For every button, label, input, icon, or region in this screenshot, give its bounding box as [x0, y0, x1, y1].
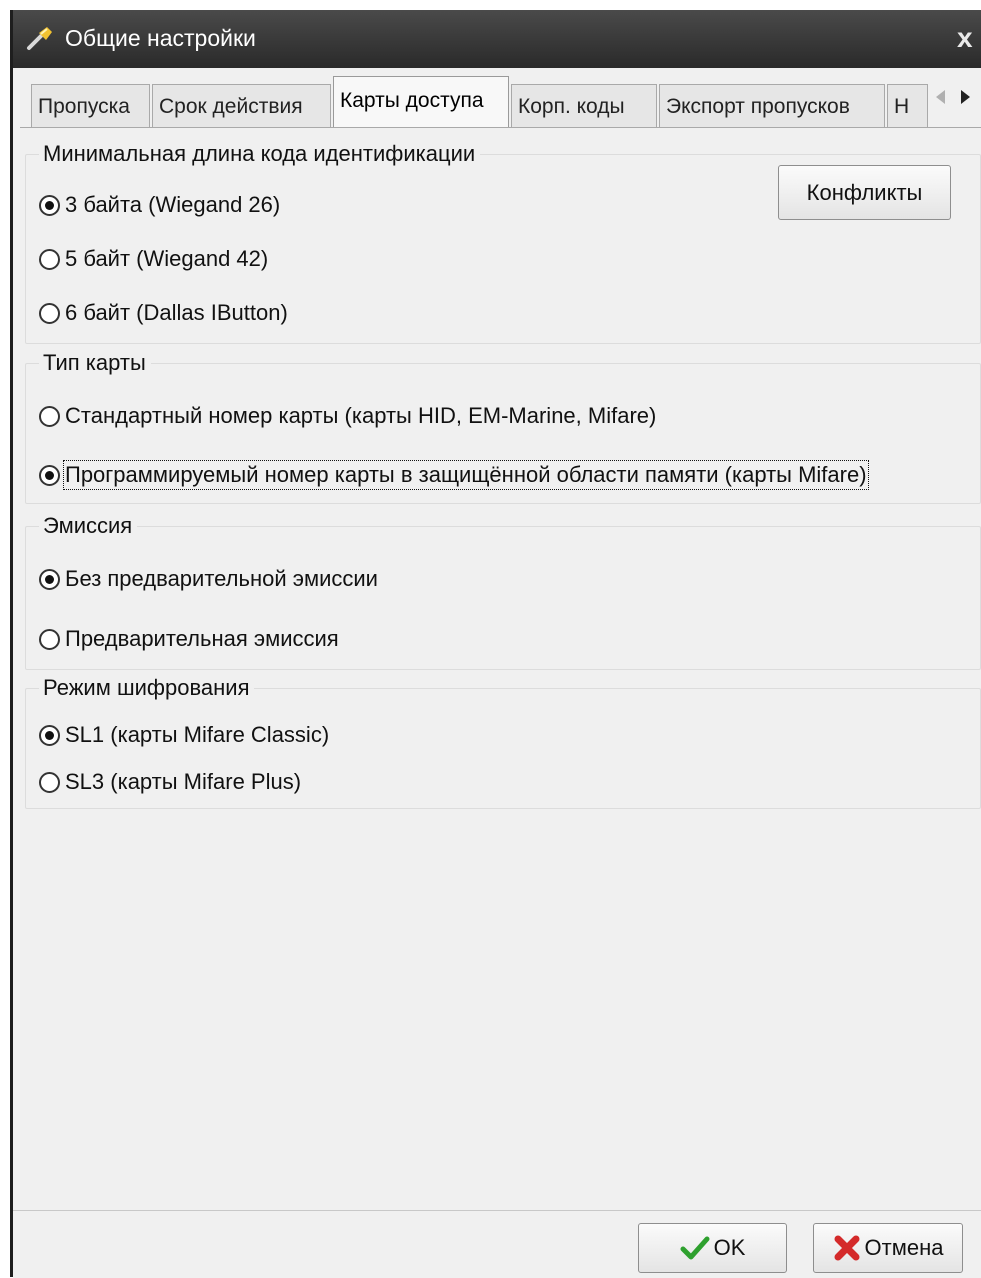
radio-standard-card-number[interactable]: Стандартный номер карты (карты HID, EM-M…: [39, 401, 656, 431]
cancel-button[interactable]: Отмена: [813, 1223, 963, 1273]
radio-button[interactable]: [39, 405, 60, 427]
window-title: Общие настройки: [65, 25, 256, 51]
radio-no-pre-emission[interactable]: Без предварительной эмиссии: [39, 564, 378, 594]
tab-access-cards[interactable]: Карты доступа: [333, 76, 509, 129]
encryption-group: Режим шифрования SL1 (карты Mifare Class…: [25, 675, 981, 809]
radio-button[interactable]: [39, 248, 60, 270]
tab-scroll-arrows: [928, 80, 981, 126]
tab-strip: Пропуска Срок действия Карты доступа Кор…: [13, 68, 981, 130]
tab-validity[interactable]: Срок действия: [152, 84, 331, 128]
radio-label: 6 байт (Dallas IButton): [65, 300, 288, 325]
radio-3-bytes[interactable]: 3 байта (Wiegand 26): [39, 190, 280, 220]
tab-corp-codes[interactable]: Корп. коды: [511, 84, 657, 128]
group-title: Эмиссия: [39, 513, 138, 539]
radio-label: SL3 (карты Mifare Plus): [65, 769, 302, 794]
settings-dialog: Общие настройки x Пропуска Срок действия…: [10, 10, 981, 1278]
group-title: Тип карты: [39, 350, 151, 376]
tab-label: Карты доступа: [340, 89, 484, 112]
tab-passes[interactable]: Пропуска: [31, 84, 150, 128]
radio-label: Без предварительной эмиссии: [65, 566, 378, 591]
radio-sl1[interactable]: SL1 (карты Mifare Classic): [39, 720, 329, 750]
ok-label: OK: [713, 1235, 746, 1260]
dialog-footer: OK Отмена: [13, 1210, 981, 1278]
group-title: Режим шифрования: [39, 675, 255, 701]
radio-button[interactable]: [39, 302, 60, 324]
radio-button[interactable]: [39, 724, 60, 746]
radio-button[interactable]: [39, 628, 60, 650]
radio-button[interactable]: [39, 568, 60, 590]
title-bar: Общие настройки x: [13, 10, 981, 68]
radio-sl3[interactable]: SL3 (карты Mifare Plus): [39, 767, 301, 797]
card-type-group: Тип карты Стандартный номер карты (карты…: [25, 350, 981, 504]
tab-label: Срок действия: [159, 95, 303, 118]
radio-label: 5 байт (Wiegand 42): [65, 246, 269, 271]
emission-group: Эмиссия Без предварительной эмиссии Пред…: [25, 513, 981, 670]
scroll-left-icon[interactable]: [936, 90, 945, 104]
tab-label: Корп. коды: [518, 95, 625, 118]
radio-label: SL1 (карты Mifare Classic): [65, 722, 330, 747]
ok-button[interactable]: OK: [638, 1223, 787, 1273]
tab-label: Пропуска: [38, 95, 130, 118]
wrench-icon: [27, 27, 52, 50]
radio-button[interactable]: [39, 194, 60, 216]
cancel-label: Отмена: [864, 1235, 944, 1260]
tab-label: Н: [894, 95, 910, 118]
red-x-icon: [834, 1235, 860, 1261]
close-icon[interactable]: x: [957, 22, 973, 54]
conflicts-button[interactable]: Конфликты: [778, 165, 951, 220]
radio-label: 3 байта (Wiegand 26): [65, 192, 281, 217]
scroll-right-icon[interactable]: [961, 90, 970, 104]
group-title: Минимальная длина кода идентификации: [39, 141, 481, 167]
radio-button[interactable]: [39, 464, 60, 486]
code-length-group: Минимальная длина кода идентификации 3 б…: [25, 141, 981, 344]
radio-label: Стандартный номер карты (карты HID, EM-M…: [65, 403, 657, 428]
radio-label: Предварительная эмиссия: [65, 626, 339, 651]
tab-more[interactable]: Н: [887, 84, 928, 128]
radio-6-bytes[interactable]: 6 байт (Dallas IButton): [39, 298, 288, 328]
radio-button[interactable]: [39, 771, 60, 793]
tab-label: Экспорт пропусков: [666, 95, 850, 118]
radio-pre-emission[interactable]: Предварительная эмиссия: [39, 624, 339, 654]
radio-5-bytes[interactable]: 5 байт (Wiegand 42): [39, 244, 268, 274]
tab-export-passes[interactable]: Экспорт пропусков: [659, 84, 885, 128]
radio-label: Программируемый номер карты в защищённой…: [63, 460, 869, 490]
checkmark-icon: [680, 1236, 710, 1260]
radio-programmable-card-number[interactable]: Программируемый номер карты в защищённой…: [39, 460, 869, 490]
tab-content: Минимальная длина кода идентификации 3 б…: [20, 127, 981, 1210]
